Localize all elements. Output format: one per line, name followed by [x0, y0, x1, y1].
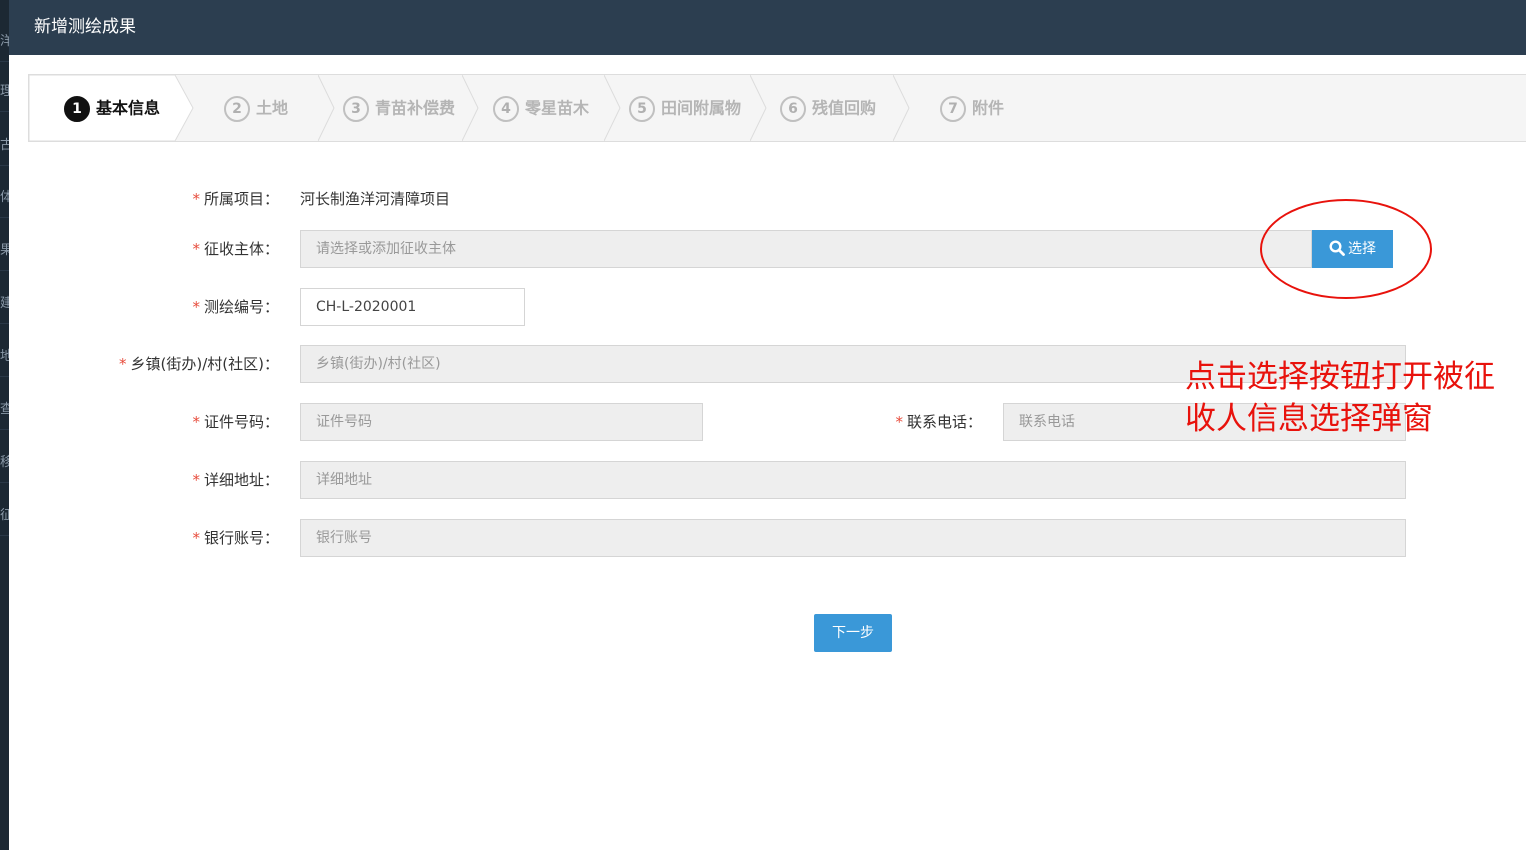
- town-label: * 乡镇(街办)/村(社区)：: [49, 345, 279, 383]
- step-attachments[interactable]: 7 附件: [940, 75, 1004, 141]
- modal-title: 新增测绘成果: [9, 0, 1526, 55]
- step-crop-compensation[interactable]: 3 青苗补偿费: [343, 75, 455, 141]
- required-mark: *: [192, 413, 200, 431]
- step-separator: [318, 75, 335, 141]
- project-label-text: 所属项目：: [203, 190, 279, 208]
- project-value: 河长制渔洋河清障项目: [300, 190, 451, 208]
- step-number: 5: [629, 95, 655, 122]
- survey-no-label-text: 测绘编号：: [203, 298, 279, 316]
- step-label: 田间附属物: [661, 98, 742, 118]
- bg-sidebar-item: 果: [0, 231, 9, 271]
- wizard-steps: 1 基本信息 2 土地 3 青苗补偿费 4 零星苗木 5 田间附属物 6 残值回购 7 附件: [28, 74, 1526, 142]
- required-mark: *: [192, 190, 200, 208]
- step-label: 基本信息: [96, 98, 161, 118]
- bank-label-text: 银行账号：: [203, 529, 279, 547]
- phone-label-text: 联系电话：: [906, 413, 982, 431]
- bank-input[interactable]: [300, 519, 1406, 557]
- bg-sidebar-item: 地: [0, 337, 9, 377]
- step-label: 青苗补偿费: [375, 98, 456, 118]
- step-separator: [750, 75, 767, 141]
- project-label: * 所属项目：: [69, 180, 279, 218]
- bg-sidebar-item: 征: [0, 496, 9, 536]
- id-no-label: * 证件号码：: [69, 403, 279, 441]
- bg-sidebar-item: 洋: [0, 22, 9, 62]
- required-mark: *: [192, 240, 200, 258]
- bank-label: * 银行账号：: [69, 519, 279, 557]
- step-separator: [462, 75, 479, 141]
- step-number: 2: [224, 95, 250, 122]
- id-no-label-text: 证件号码：: [203, 413, 279, 431]
- subject-label-text: 征收主体：: [203, 240, 279, 258]
- annotation-text: 点击选择按钮打开被征 收人信息选择弹窗: [1185, 356, 1525, 440]
- subject-label: * 征收主体：: [69, 230, 279, 268]
- step-number: 6: [780, 95, 806, 122]
- background-sidebar: 洋 理 古 体 果 建 地 查 移 征: [0, 0, 9, 850]
- required-mark: *: [192, 298, 200, 316]
- address-label-text: 详细地址：: [203, 471, 279, 489]
- required-mark: *: [119, 355, 127, 373]
- step-label: 残值回购: [812, 98, 877, 118]
- id-no-input[interactable]: [300, 403, 703, 441]
- survey-no-input[interactable]: [300, 288, 525, 326]
- step-number: 7: [940, 95, 966, 122]
- step-land[interactable]: 2 土地: [224, 75, 288, 141]
- required-mark: *: [192, 471, 200, 489]
- survey-no-label: * 测绘编号：: [69, 288, 279, 326]
- step-label: 零星苗木: [525, 98, 590, 118]
- step-field-attachments[interactable]: 5 田间附属物: [629, 75, 741, 141]
- step-separator: [893, 75, 910, 141]
- annotation-line: 收人信息选择弹窗: [1185, 401, 1433, 437]
- required-mark: *: [895, 413, 903, 431]
- step-salvage-buyback[interactable]: 6 残值回购: [780, 75, 876, 141]
- bg-sidebar-item: 古: [0, 126, 9, 166]
- bg-sidebar-item: 移: [0, 443, 9, 483]
- bg-sidebar-item: 建: [0, 284, 9, 324]
- step-label: 土地: [256, 98, 289, 118]
- step-number: 1: [64, 95, 90, 122]
- subject-input[interactable]: [300, 230, 1312, 268]
- bg-sidebar-item: 查: [0, 390, 9, 430]
- phone-label: * 联系电话：: [789, 403, 982, 441]
- next-step-button[interactable]: 下一步: [814, 614, 892, 652]
- step-scattered-seedlings[interactable]: 4 零星苗木: [493, 75, 589, 141]
- bg-sidebar-item: 理: [0, 72, 9, 112]
- bg-sidebar-item: 体: [0, 178, 9, 218]
- step-basic-info[interactable]: 1 基本信息: [64, 75, 160, 141]
- step-separator: [604, 75, 621, 141]
- address-input[interactable]: [300, 461, 1406, 499]
- address-label: * 详细地址：: [69, 461, 279, 499]
- step-label: 附件: [972, 98, 1005, 118]
- add-survey-result-modal: 新增测绘成果 1 基本信息 2 土地 3 青苗补偿费 4 零星苗木 5 田间附属物 6 残值…: [9, 0, 1526, 850]
- step-number: 4: [493, 95, 519, 122]
- required-mark: *: [192, 529, 200, 547]
- town-label-text: 乡镇(街办)/村(社区)：: [130, 355, 279, 373]
- annotation-circle: [1260, 199, 1432, 299]
- step-number: 3: [343, 95, 369, 122]
- annotation-line: 点击选择按钮打开被征: [1185, 359, 1495, 395]
